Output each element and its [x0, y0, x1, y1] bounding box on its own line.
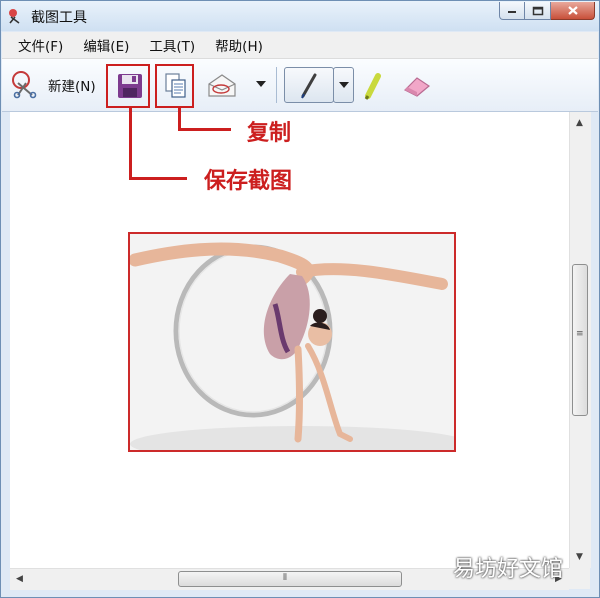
chevron-down-icon — [338, 82, 349, 88]
scissors-icon — [12, 71, 37, 99]
minimize-button[interactable] — [499, 2, 525, 20]
window-title: 截图工具 — [31, 10, 87, 26]
maximize-icon — [532, 6, 543, 15]
save-callout-line — [129, 177, 187, 180]
send-snip-button[interactable] — [206, 71, 238, 101]
pen-button[interactable] — [284, 67, 334, 103]
save-highlight-box — [106, 64, 150, 108]
captured-snip-image — [128, 232, 456, 452]
pen-icon — [301, 73, 317, 99]
save-callout-line — [129, 108, 132, 180]
close-icon — [567, 6, 578, 15]
maximize-button[interactable] — [525, 2, 551, 20]
snipping-tool-app-icon — [9, 9, 20, 24]
window-controls — [499, 2, 595, 20]
minimize-icon — [508, 10, 516, 13]
copy-callout-line — [178, 128, 231, 131]
scrollbar-corner — [569, 568, 590, 589]
chevron-down-icon — [256, 81, 266, 87]
horizontal-scroll-thumb[interactable]: ⦀ — [178, 571, 402, 587]
send-snip-icon — [208, 74, 236, 97]
scroll-up-icon[interactable]: ▲ — [576, 118, 583, 128]
title-bar: 截图工具 — [1, 1, 599, 31]
scroll-down-icon[interactable]: ▼ — [576, 552, 583, 562]
highlighter-icon — [364, 73, 381, 100]
highlighter-button[interactable] — [360, 69, 386, 101]
menu-help[interactable]: 帮助(H) — [215, 35, 263, 55]
eraser-icon — [403, 77, 431, 97]
copy-highlight-box — [155, 64, 194, 108]
grip-icon: ≡ — [576, 329, 584, 339]
snipping-tool-window: 截图工具 文件(F) 编辑(E) 工具(T) 帮助(H) 新建(N) 复制 保存… — [0, 0, 600, 598]
menu-bar: 文件(F) 编辑(E) 工具(T) 帮助(H) — [2, 32, 598, 59]
eraser-button[interactable] — [400, 71, 434, 101]
scroll-left-icon[interactable]: ◀ — [16, 574, 23, 584]
menu-tools[interactable]: 工具(T) — [149, 35, 195, 55]
vertical-scroll-thumb[interactable]: ≡ — [572, 264, 588, 416]
new-snip-button[interactable] — [10, 69, 40, 99]
close-button[interactable] — [551, 2, 595, 20]
menu-edit[interactable]: 编辑(E) — [83, 35, 129, 55]
watermark-text: 易坊好文馆 — [453, 557, 564, 582]
grip-icon: ⦀ — [283, 573, 287, 583]
send-snip-dropdown[interactable] — [254, 77, 268, 91]
save-annotation-label: 保存截图 — [204, 169, 293, 194]
pen-dropdown[interactable] — [333, 67, 354, 103]
gymnast-hoop-photo — [130, 234, 454, 450]
new-snip-label[interactable]: 新建(N) — [48, 75, 96, 95]
menu-file[interactable]: 文件(F) — [18, 35, 63, 55]
copy-annotation-label: 复制 — [247, 121, 292, 146]
toolbar: 新建(N) — [2, 59, 598, 112]
vertical-scrollbar[interactable]: ▲ ≡ ▼ — [569, 112, 591, 568]
toolbar-separator — [276, 67, 277, 103]
